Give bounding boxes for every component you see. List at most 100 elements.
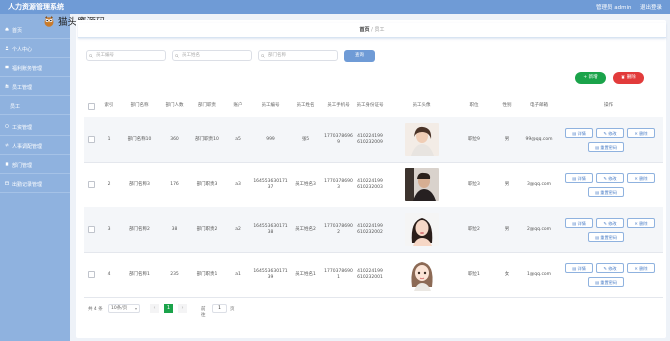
breadcrumb-current: 员工 [374, 27, 385, 33]
add-button[interactable]: + 新增 [575, 72, 606, 84]
checkbox[interactable] [87, 226, 95, 233]
page-size-select[interactable]: 10条/页 ▾ [108, 304, 140, 313]
batch-delete-button[interactable]: 删除 [613, 72, 644, 84]
breadcrumb-home[interactable]: 首页 [360, 27, 370, 33]
action-label: 详情 [577, 176, 586, 181]
pager-total: 共 4 条 [88, 307, 103, 312]
prev-page-button[interactable]: ‹ [150, 304, 159, 313]
reset-password-button[interactable]: ▤ 重置密码 [588, 277, 624, 287]
next-page-button[interactable]: › [178, 304, 187, 313]
sidebar-item-label: 首页 [12, 28, 23, 34]
checkbox[interactable] [87, 102, 95, 110]
edit-button[interactable]: ✎ 修改 [596, 128, 624, 138]
row-select[interactable] [84, 117, 98, 162]
cell-gender: 男 [504, 226, 510, 232]
search-input-emp-no[interactable]: 员工编号 [86, 50, 166, 61]
checkbox[interactable] [87, 181, 95, 188]
header-cell: 部门职责 [198, 103, 216, 108]
wallet-icon [5, 65, 9, 69]
search-input-emp-name[interactable]: 员工姓名 [172, 50, 252, 61]
search-button[interactable]: 查询 [344, 50, 375, 62]
action-label: 删除 [639, 131, 648, 136]
row-actions: ▤ 详情 ✎ 修改 ✕ 删除 ▤ 重置密码 [554, 252, 663, 297]
sidebar-item-department[interactable]: 部门管理 [0, 155, 70, 174]
header-cell: 员工姓名 [296, 103, 315, 108]
employee-photo [404, 168, 439, 201]
cell-photo [385, 117, 458, 162]
cell-dept-name: 部门名称10 [127, 136, 152, 142]
header-cell: 员工身份证号 [356, 103, 384, 108]
chevron-left-icon: ‹ [153, 305, 156, 311]
top-bar: 人力资源管理系统 管理员 admin 退出登录 [0, 0, 670, 14]
sidebar-item-transfer[interactable]: 人事调配管理 [0, 136, 70, 155]
row-select[interactable] [84, 252, 98, 297]
building-icon [5, 162, 9, 166]
cell-position: 职位9 [468, 136, 480, 142]
cell-emp-no: 16455363017139 [253, 268, 288, 280]
sidebar-item-welfare[interactable]: 福利账务管理 [0, 58, 70, 77]
search-placeholder: 部门名称 [268, 53, 286, 58]
users-icon [5, 84, 9, 88]
search-input-dept-name[interactable]: 部门名称 [258, 50, 338, 61]
detail-button[interactable]: ▤ 详情 [565, 218, 593, 228]
edit-button[interactable]: ✎ 修改 [596, 173, 624, 183]
reset-password-button[interactable]: ▤ 重置密码 [588, 232, 624, 242]
goto-page-input[interactable]: 1 [212, 304, 227, 313]
action-label: 重置密码 [600, 145, 618, 150]
action-label: 详情 [577, 221, 586, 226]
detail-button[interactable]: ▤ 详情 [565, 173, 593, 183]
cell-dept-name: 部门名称1 [129, 271, 150, 277]
page-size-value: 10条/页 [111, 306, 128, 311]
action-label: 详情 [577, 131, 586, 136]
action-label: 修改 [608, 221, 617, 226]
reset-password-button[interactable]: ▤ 重置密码 [588, 142, 624, 152]
cell-index: 1 [107, 136, 111, 142]
sidebar-item-profile[interactable]: 个人中心 [0, 39, 70, 58]
cell-id-no: 410224199610232002 [357, 223, 383, 235]
table-row: 1 部门名称10 360 部门职责10 a5 999 张5 17703786969 410224… [84, 117, 663, 163]
action-label: 修改 [608, 266, 617, 271]
edit-button[interactable]: ✎ 修改 [596, 263, 624, 273]
batch-delete-label: 删除 [626, 75, 636, 80]
delete-button[interactable]: ✕ 删除 [627, 173, 655, 183]
sidebar-item-attendance[interactable]: 出勤记录管理 [0, 174, 70, 193]
action-label: 修改 [608, 131, 617, 136]
checkbox[interactable] [87, 271, 95, 278]
cell-emp-name: 员工姓名2 [295, 226, 316, 232]
header-select-all[interactable] [84, 95, 98, 117]
cell-dept-duty: 部门职责3 [196, 181, 218, 187]
detail-button[interactable]: ▤ 详情 [565, 263, 593, 273]
cell-index: 4 [107, 271, 111, 277]
sidebar-item-label: 工资管理 [12, 125, 33, 131]
page-number-button[interactable]: 1 [164, 304, 173, 313]
edit-button[interactable]: ✎ 修改 [596, 218, 624, 228]
cell-emp-name: 员工姓名3 [295, 181, 316, 187]
delete-button[interactable]: ✕ 删除 [627, 218, 655, 228]
header-cell: 操作 [604, 103, 613, 108]
cell-email: 3@qq.com [526, 181, 552, 187]
cell-account: a3 [235, 181, 241, 187]
row-select[interactable] [84, 207, 98, 252]
checkbox[interactable] [87, 136, 95, 143]
search-placeholder: 员工姓名 [182, 53, 200, 58]
delete-button[interactable]: ✕ 删除 [627, 128, 655, 138]
action-label: 重置密码 [600, 235, 618, 240]
cell-emp-name: 张5 [301, 136, 310, 142]
goto-unit: 页 [230, 307, 235, 312]
sidebar-item-label: 员工 [10, 104, 21, 110]
sidebar-item-salary[interactable]: 工资管理 [0, 117, 70, 136]
detail-button[interactable]: ▤ 详情 [565, 128, 593, 138]
delete-button[interactable]: ✕ 删除 [627, 263, 655, 273]
action-label: 详情 [577, 266, 586, 271]
reset-password-button[interactable]: ▤ 重置密码 [588, 187, 624, 197]
sidebar-item-employee-mgmt[interactable]: 员工管理 [0, 77, 70, 96]
row-select[interactable] [84, 162, 98, 207]
current-user: 管理员 admin [596, 5, 632, 11]
logout-link[interactable]: 退出登录 [640, 3, 662, 11]
sidebar-subitem-employee[interactable]: 员工 [0, 96, 70, 115]
cell-position: 职位3 [468, 181, 480, 187]
cell-position: 职位2 [468, 226, 480, 232]
cell-phone: 17703786902 [324, 223, 353, 235]
cell-email: 99@qq.com [525, 136, 553, 142]
cell-emp-no: 999 [266, 136, 275, 142]
